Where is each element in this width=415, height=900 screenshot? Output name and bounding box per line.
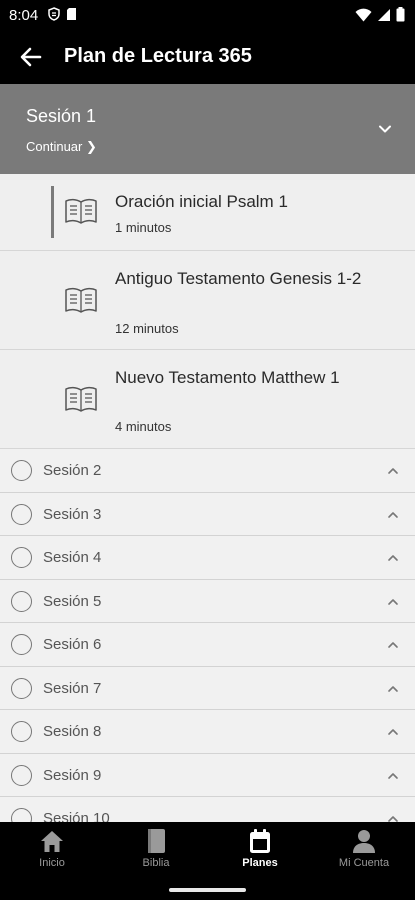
plan-content: Sesión 1 Continuar ❯ Oración inicial Psa… xyxy=(0,84,415,822)
session-row[interactable]: Sesión 3 xyxy=(0,492,415,536)
reading-duration: 1 minutos xyxy=(115,220,172,235)
status-time: 8:04 xyxy=(9,7,39,24)
continue-link[interactable]: Continuar ❯ xyxy=(26,139,97,155)
status-bar: 8:04 xyxy=(0,0,415,30)
current-reading-indicator xyxy=(51,186,54,238)
session-row[interactable]: Sesión 7 xyxy=(0,666,415,710)
session-name: Sesión 3 xyxy=(43,505,102,523)
battery-icon xyxy=(396,7,405,22)
calendar-icon xyxy=(250,829,270,853)
chevron-down-icon[interactable] xyxy=(377,121,393,137)
chevron-up-icon[interactable] xyxy=(387,639,399,651)
session-name: Sesión 9 xyxy=(43,766,102,784)
home-icon xyxy=(41,831,63,852)
nav-inicio[interactable]: Inicio xyxy=(0,828,104,876)
open-book-icon xyxy=(65,386,97,412)
reading-duration: 4 minutos xyxy=(115,419,172,434)
session-1-name: Sesión 1 xyxy=(26,106,97,126)
nav-label: Inicio xyxy=(39,857,65,869)
reading-title: Antiguo Testamento Genesis 1-2 xyxy=(115,269,362,288)
reading-item[interactable]: Antiguo Testamento Genesis 1-2 12 minuto… xyxy=(0,251,415,350)
signal-icon xyxy=(378,8,390,21)
reading-title: Oración inicial Psalm 1 xyxy=(115,192,288,211)
session-row[interactable]: Sesión 9 xyxy=(0,753,415,797)
session-row[interactable]: Sesión 2 xyxy=(0,449,415,493)
session-list: Sesión 2 Sesión 3 Sesión 4 Sesión 5 Sesión 6… xyxy=(0,449,415,822)
chevron-up-icon[interactable] xyxy=(387,465,399,477)
session-radio[interactable] xyxy=(11,764,32,786)
session-name: Sesión 2 xyxy=(43,462,102,479)
session-name: Sesión 5 xyxy=(43,592,102,610)
session-radio[interactable] xyxy=(11,634,32,655)
open-book-icon xyxy=(65,287,97,313)
session-name: Sesión 7 xyxy=(43,679,102,697)
session-row[interactable]: Sesión 8 xyxy=(0,710,415,754)
nav-planes[interactable]: Planes xyxy=(208,828,312,876)
home-indicator xyxy=(169,888,246,892)
sd-card-icon xyxy=(67,8,76,20)
reading-duration: 12 minutos xyxy=(115,321,179,336)
session-row[interactable]: Sesión 10 xyxy=(0,797,415,822)
nav-label: Planes xyxy=(242,857,278,869)
chevron-up-icon[interactable] xyxy=(387,552,399,564)
bible-icon xyxy=(148,829,165,853)
chevron-up-icon[interactable] xyxy=(387,813,399,822)
session-radio[interactable] xyxy=(11,677,32,699)
session-radio[interactable] xyxy=(11,590,32,612)
session-row[interactable]: Sesión 4 xyxy=(0,536,415,580)
back-arrow-icon[interactable] xyxy=(18,44,44,70)
app-bar: Plan de Lectura 365 xyxy=(0,30,415,84)
nav-mi-cuenta[interactable]: Mi Cuenta xyxy=(312,828,415,876)
reading-item[interactable]: Nuevo Testamento Matthew 1 4 minutos xyxy=(0,350,415,449)
session-row[interactable]: Sesión 5 xyxy=(0,579,415,623)
shield-notification-icon xyxy=(48,7,60,21)
account-icon xyxy=(353,830,375,853)
session-radio[interactable] xyxy=(11,547,32,568)
session-radio[interactable] xyxy=(11,460,32,481)
page-title: Plan de Lectura 365 xyxy=(64,45,252,67)
session-name: Sesión 6 xyxy=(43,636,102,653)
chevron-up-icon[interactable] xyxy=(387,726,399,738)
nav-biblia[interactable]: Biblia xyxy=(104,828,208,876)
chevron-up-icon[interactable] xyxy=(387,596,399,608)
chevron-up-icon[interactable] xyxy=(387,770,399,782)
open-book-icon xyxy=(65,198,97,224)
reading-title: Nuevo Testamento Matthew 1 xyxy=(115,368,340,387)
session-row[interactable]: Sesión 6 xyxy=(0,623,415,667)
chevron-up-icon[interactable] xyxy=(387,683,399,695)
session-name: Sesión 4 xyxy=(43,549,102,566)
session-1-header[interactable]: Sesión 1 Continuar ❯ xyxy=(0,84,415,174)
nav-label: Biblia xyxy=(142,857,170,869)
session-radio[interactable] xyxy=(11,721,32,742)
session-radio[interactable] xyxy=(11,503,32,525)
session-radio[interactable] xyxy=(11,808,32,822)
wifi-icon xyxy=(355,8,372,21)
reading-item[interactable]: Oración inicial Psalm 1 1 minutos xyxy=(0,174,415,251)
nav-label: Mi Cuenta xyxy=(338,857,390,869)
session-name: Sesión 8 xyxy=(43,723,102,740)
chevron-up-icon[interactable] xyxy=(387,509,399,521)
session-name: Sesión 10 xyxy=(43,810,110,822)
